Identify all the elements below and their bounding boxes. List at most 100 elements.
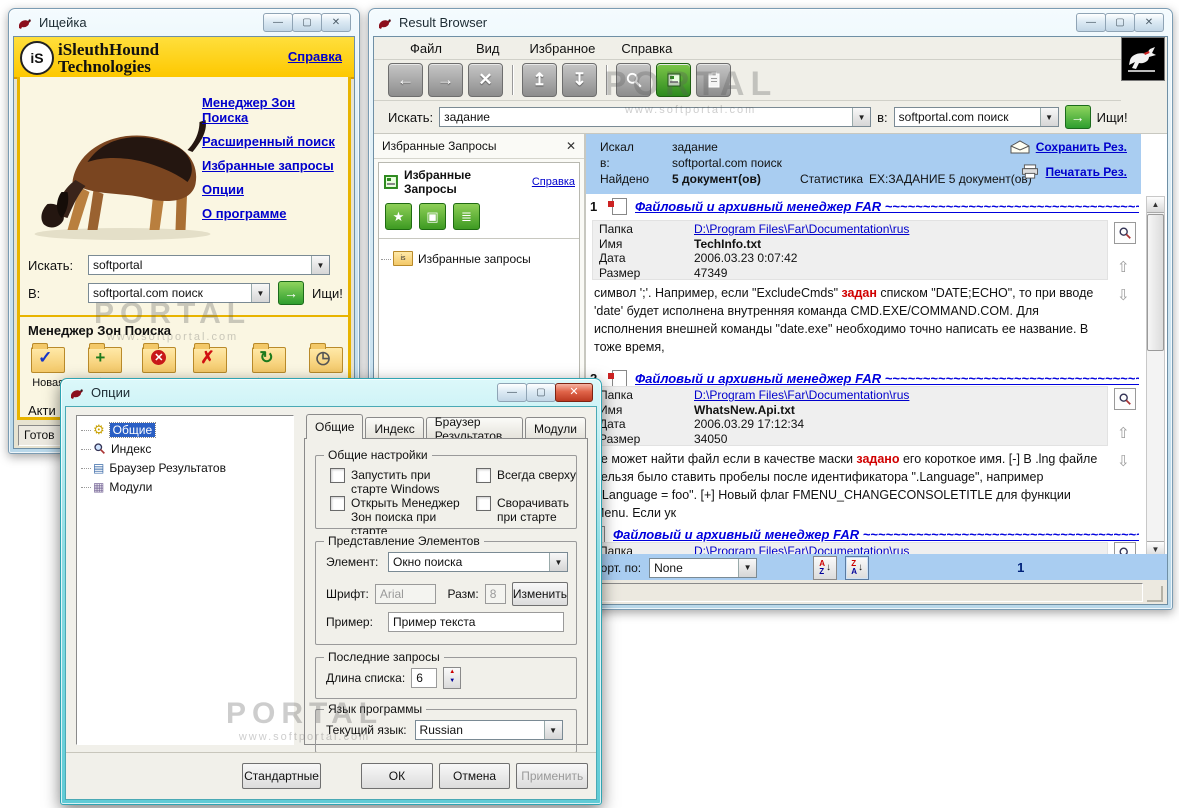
change-font-button[interactable]: Изменить [511,582,568,606]
chevron-down-icon[interactable]: ▼ [251,284,269,302]
checkbox-icon[interactable] [330,468,345,483]
tree-item-modules[interactable]: ▦ Модули [79,477,291,496]
language-combobox[interactable]: Russian ▼ [414,720,563,740]
close-icon[interactable]: ✕ [1134,13,1164,32]
back-icon[interactable]: ← [388,63,423,97]
sort-by-combobox[interactable]: None ▼ [649,557,758,578]
chevron-down-icon[interactable]: ▼ [852,108,871,126]
chevron-down-icon[interactable]: ▼ [549,553,567,571]
chevron-down-icon[interactable]: ▼ [1039,108,1058,126]
spinner-down-icon[interactable]: ▼ [444,677,460,686]
search-go-icon[interactable]: → [1064,105,1091,129]
tab-modules[interactable]: Модули [525,417,586,439]
tree-item-result-browser[interactable]: ▤ Браузер Результатов [79,458,291,477]
tab-index[interactable]: Индекс [365,417,424,439]
close-icon[interactable]: ✕ [321,13,351,32]
list-length-spinner[interactable]: ▲ ▼ [443,667,462,689]
tab-result-browser[interactable]: Браузер Результатов [425,415,524,443]
page-number[interactable]: 1 [1017,560,1024,575]
nav-favorite-queries[interactable]: Избранные запросы [202,158,340,173]
scrollbar-thumb[interactable] [1147,214,1164,351]
nav-zone-manager[interactable]: Менеджер Зон Поиска [202,95,340,125]
forward-icon[interactable]: → [428,63,463,97]
search-icon[interactable] [616,63,651,97]
maximize-icon[interactable]: ▢ [526,383,556,402]
chevron-down-icon[interactable]: ▼ [543,721,562,739]
element-combobox[interactable]: Окно поиска ▼ [388,552,568,572]
checkbox-icon[interactable] [476,496,491,511]
browser-zone-value[interactable]: softportal.com поиск [895,110,1040,124]
maximize-icon[interactable]: ▢ [1105,13,1135,32]
checkbox-always-on-top[interactable]: Всегда сверху [476,468,586,483]
minimize-icon[interactable]: — [497,383,527,402]
sleuth-zone-value[interactable]: softportal.com поиск [89,286,251,300]
resize-grip[interactable] [1147,586,1163,602]
tree-favorite-queries[interactable]: is Избранные запросы [379,249,579,268]
browser-search-value[interactable]: задание [440,110,852,124]
tab-general[interactable]: Общие [306,414,364,439]
sleuth-search-combobox[interactable]: softportal ▼ [88,255,330,275]
stop-icon[interactable]: ✕ [468,63,503,97]
minimize-icon[interactable]: — [263,13,293,32]
sleuth-go-label[interactable]: Ищи! [312,286,343,301]
close-icon[interactable]: ✕ [555,383,593,402]
menu-view[interactable]: Вид [462,41,514,56]
list-length-field[interactable]: 6 [411,668,438,688]
ok-button[interactable]: ОК [361,763,433,789]
chevron-down-icon[interactable]: ▼ [738,558,757,577]
folder-link[interactable]: D:\Program Files\Far\Documentation\rus [694,222,909,237]
move-up-icon[interactable]: ↥ [522,63,557,97]
minimize-icon[interactable]: — [1076,13,1106,32]
sleuth-search-value[interactable]: softportal [89,258,311,272]
sleuth-titlebar[interactable]: Ищейка — ▢ ✕ [9,9,359,36]
browser-search-combobox[interactable]: задание ▼ [439,107,872,127]
chevron-down-icon[interactable]: ▼ [311,256,329,274]
sort-by-value[interactable]: None [650,561,738,575]
prev-match-icon[interactable]: ⇧ [1117,258,1130,276]
close-panel-icon[interactable]: ✕ [566,139,576,153]
result-title-link[interactable]: Файловый и архивный менеджер FAR ~~~~~~~… [635,371,1139,386]
menu-favorites[interactable]: Избранное [520,41,606,56]
defaults-button[interactable]: Стандартные [242,763,322,789]
menu-file[interactable]: Файл [396,41,456,56]
import-favorites-icon[interactable]: ★ [385,203,412,230]
tree-item-index[interactable]: Индекс [79,439,291,458]
browser-zone-combobox[interactable]: softportal.com поиск ▼ [893,107,1059,127]
nav-options[interactable]: Опции [202,182,340,197]
checkbox-icon[interactable] [476,468,491,483]
move-down-icon[interactable]: ↧ [562,63,597,97]
nav-about[interactable]: О программе [202,206,340,221]
favorites-list-icon[interactable]: ≣ [453,203,480,230]
checkbox-minimize-at-startup[interactable]: Сворачивать при старте [476,496,586,524]
favorites-folder-icon[interactable]: ▣ [419,203,446,230]
browser-titlebar[interactable]: Result Browser — ▢ ✕ [369,9,1172,36]
cancel-button[interactable]: Отмена [438,763,511,789]
next-match-icon[interactable]: ⇩ [1117,286,1130,304]
results-scrollbar[interactable]: ▲ ▼ [1146,196,1165,558]
element-value[interactable]: Окно поиска [389,555,549,569]
preview-magnifier-icon[interactable] [1114,388,1136,410]
tree-item-general[interactable]: ⚙ Общие [79,420,291,439]
search-go-icon[interactable]: → [278,281,304,305]
sample-field[interactable]: Пример текста [388,612,564,632]
language-value[interactable]: Russian [416,723,544,737]
print-results-link[interactable]: Печатать Рез. [1046,165,1127,179]
spinner-up-icon[interactable]: ▲ [444,668,460,677]
apply-button[interactable]: Применить [516,763,589,789]
nav-advanced-search[interactable]: Расширенный поиск [202,134,340,149]
save-results-link[interactable]: Сохранить Рез. [1036,140,1127,154]
menu-help[interactable]: Справка [611,41,682,56]
result-title-link[interactable]: Файловый и архивный менеджер FAR ~~~~~~~… [613,527,1139,542]
sort-ascending-button[interactable]: A Z ↓ [813,555,838,580]
clipboard-icon[interactable] [696,63,731,97]
folder-link[interactable]: D:\Program Files\Far\Documentation\rus [694,388,909,403]
options-titlebar[interactable]: Опции — ▢ ✕ [61,379,601,406]
checkbox-open-zone-manager[interactable]: Открыть Менеджер Зон поиска при старте [330,496,470,538]
sleuth-zone-combobox[interactable]: softportal.com поиск ▼ [88,283,270,303]
preview-magnifier-icon[interactable] [1114,222,1136,244]
sort-descending-button[interactable]: Z A ↓ [845,555,870,580]
sleuth-help-link[interactable]: Справка [288,49,342,64]
checkbox-icon[interactable] [330,496,345,511]
maximize-icon[interactable]: ▢ [292,13,322,32]
next-match-icon[interactable]: ⇩ [1117,452,1130,470]
